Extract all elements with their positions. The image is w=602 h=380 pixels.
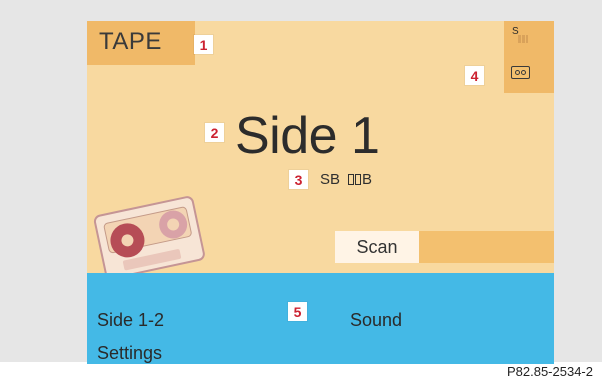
- callout-4: 4: [465, 66, 484, 85]
- signal-bars-icon: [518, 35, 528, 43]
- dolby-b-icon: B: [348, 171, 372, 188]
- tape-icon: [511, 66, 530, 79]
- bottom-menu: Side 1-2 Sound Settings: [87, 273, 554, 364]
- scan-button[interactable]: Scan: [335, 231, 419, 263]
- side-indicator: Side 1: [235, 107, 380, 165]
- sound-menu-item[interactable]: Sound: [350, 310, 402, 331]
- mode-label: TAPE: [99, 28, 162, 55]
- side-menu-item[interactable]: Side 1-2: [97, 310, 164, 331]
- dolby-label: B: [362, 171, 373, 188]
- figure-caption: P82.85-2534-2: [506, 364, 593, 379]
- settings-menu-item[interactable]: Settings: [97, 343, 162, 364]
- callout-1: 1: [194, 35, 213, 54]
- callout-2: 2: [205, 123, 224, 142]
- tape-mode-tab[interactable]: TAPE: [87, 21, 195, 65]
- callout-5: 5: [288, 302, 307, 321]
- status-area: S: [504, 21, 554, 93]
- sb-indicator: SB: [320, 171, 341, 188]
- playback-options-row: SB B: [320, 171, 372, 188]
- callout-3: 3: [289, 170, 308, 189]
- scan-bar: Scan: [335, 231, 554, 263]
